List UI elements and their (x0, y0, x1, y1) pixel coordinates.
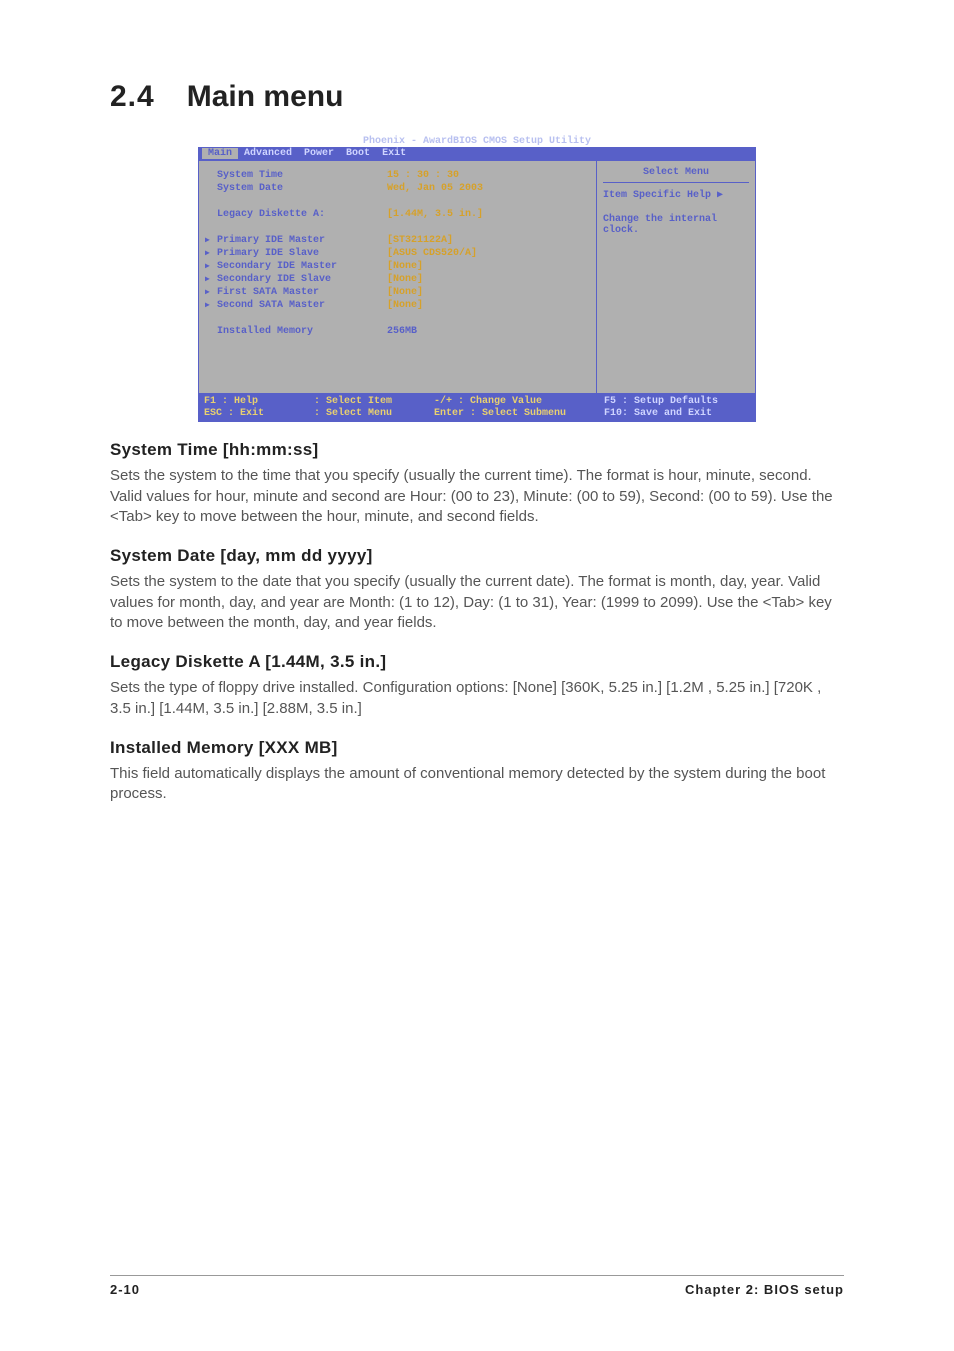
page-number: 2-10 (110, 1282, 140, 1297)
help-subtitle: Item Specific Help ▶ (603, 189, 749, 201)
field-second-sata[interactable]: Second SATA Master [None] (217, 299, 588, 312)
submenu-arrow-icon (205, 273, 210, 286)
footer-exit: ESC : Exit (204, 408, 314, 420)
section-body-system-date: Sets the system to the date that you spe… (110, 572, 844, 634)
submenu-arrow-icon (205, 299, 210, 312)
field-label: Primary IDE Master (217, 234, 387, 247)
field-value: Wed, Jan 05 2003 (387, 182, 483, 195)
field-system-date[interactable]: System Date Wed, Jan 05 2003 (217, 182, 588, 195)
section-body-installed-memory: This field automatically displays the am… (110, 764, 844, 805)
tab-exit[interactable]: Exit (376, 148, 412, 159)
section-title-installed-memory: Installed Memory [XXX MB] (110, 738, 844, 758)
bios-body: System Time 15 : 30 : 30 System Date Wed… (198, 160, 756, 394)
help-title: Select Menu (603, 167, 749, 178)
field-legacy-diskette[interactable]: Legacy Diskette A: [1.44M, 3.5 in.] (217, 208, 588, 221)
footer-select-menu: : Select Menu (314, 408, 434, 420)
field-value: [1.44M, 3.5 in.] (387, 208, 483, 221)
field-first-sata[interactable]: First SATA Master [None] (217, 286, 588, 299)
footer-help: F1 : Help (204, 396, 314, 408)
bios-footer: F1 : Help : Select Item -/+ : Change Val… (198, 394, 756, 422)
tab-boot[interactable]: Boot (340, 148, 376, 159)
section-title-system-date: System Date [day, mm dd yyyy] (110, 546, 844, 566)
heading-title: Main menu (187, 80, 344, 113)
footer-select-item: : Select Item (314, 396, 434, 408)
tab-power[interactable]: Power (298, 148, 340, 159)
field-value: [ST321122A] (387, 234, 453, 247)
submenu-arrow-icon (205, 234, 210, 247)
chapter-label: Chapter 2: BIOS setup (685, 1282, 844, 1297)
heading-number: 2.4 (110, 80, 155, 113)
bios-help-panel: Select Menu Item Specific Help ▶ Change … (596, 160, 756, 394)
submenu-arrow-icon (205, 247, 210, 260)
field-value: [None] (387, 260, 423, 273)
field-label: Primary IDE Slave (217, 247, 387, 260)
footer-setup-defaults: F5 : Setup Defaults (604, 396, 718, 408)
field-label: Legacy Diskette A: (217, 208, 387, 221)
field-value: [ASUS CDS520/A] (387, 247, 477, 260)
bios-screenshot: Phoenix - AwardBIOS CMOS Setup Utility M… (198, 136, 756, 422)
field-value: 15 : 30 : 30 (387, 169, 459, 182)
field-system-time[interactable]: System Time 15 : 30 : 30 (217, 169, 588, 182)
field-label: Installed Memory (217, 325, 387, 338)
field-value: 256MB (387, 325, 417, 338)
bios-menubar: Main Advanced Power Boot Exit (198, 147, 756, 160)
page-heading: 2.4 Main menu (110, 80, 844, 114)
tab-advanced[interactable]: Advanced (238, 148, 298, 159)
field-label: First SATA Master (217, 286, 387, 299)
submenu-arrow-icon (205, 286, 210, 299)
field-installed-memory: Installed Memory 256MB (217, 325, 588, 338)
field-value: [None] (387, 299, 423, 312)
field-label: Second SATA Master (217, 299, 387, 312)
section-body-system-time: Sets the system to the time that you spe… (110, 466, 844, 528)
field-primary-master[interactable]: Primary IDE Master [ST321122A] (217, 234, 588, 247)
tab-main[interactable]: Main (202, 148, 238, 159)
divider (603, 182, 749, 183)
page-footer: 2-10 Chapter 2: BIOS setup (110, 1275, 844, 1297)
field-label: Secondary IDE Master (217, 260, 387, 273)
bios-left-panel: System Time 15 : 30 : 30 System Date Wed… (198, 160, 596, 394)
submenu-arrow-icon (205, 260, 210, 273)
section-title-system-time: System Time [hh:mm:ss] (110, 440, 844, 460)
field-label: Secondary IDE Slave (217, 273, 387, 286)
footer-change-value: -/+ : Change Value (434, 396, 604, 408)
field-primary-slave[interactable]: Primary IDE Slave [ASUS CDS520/A] (217, 247, 588, 260)
field-value: [None] (387, 273, 423, 286)
footer-save-exit: F10: Save and Exit (604, 408, 712, 420)
section-title-legacy-diskette: Legacy Diskette A [1.44M, 3.5 in.] (110, 652, 844, 672)
bios-utility-title: Phoenix - AwardBIOS CMOS Setup Utility (198, 136, 756, 147)
field-value: [None] (387, 286, 423, 299)
help-text: Change the internal clock. (603, 214, 749, 236)
field-label: System Date (217, 182, 387, 195)
section-body-legacy-diskette: Sets the type of floppy drive installed.… (110, 678, 844, 719)
footer-select-submenu: Enter : Select Submenu (434, 408, 604, 420)
field-secondary-slave[interactable]: Secondary IDE Slave [None] (217, 273, 588, 286)
field-secondary-master[interactable]: Secondary IDE Master [None] (217, 260, 588, 273)
field-label: System Time (217, 169, 387, 182)
